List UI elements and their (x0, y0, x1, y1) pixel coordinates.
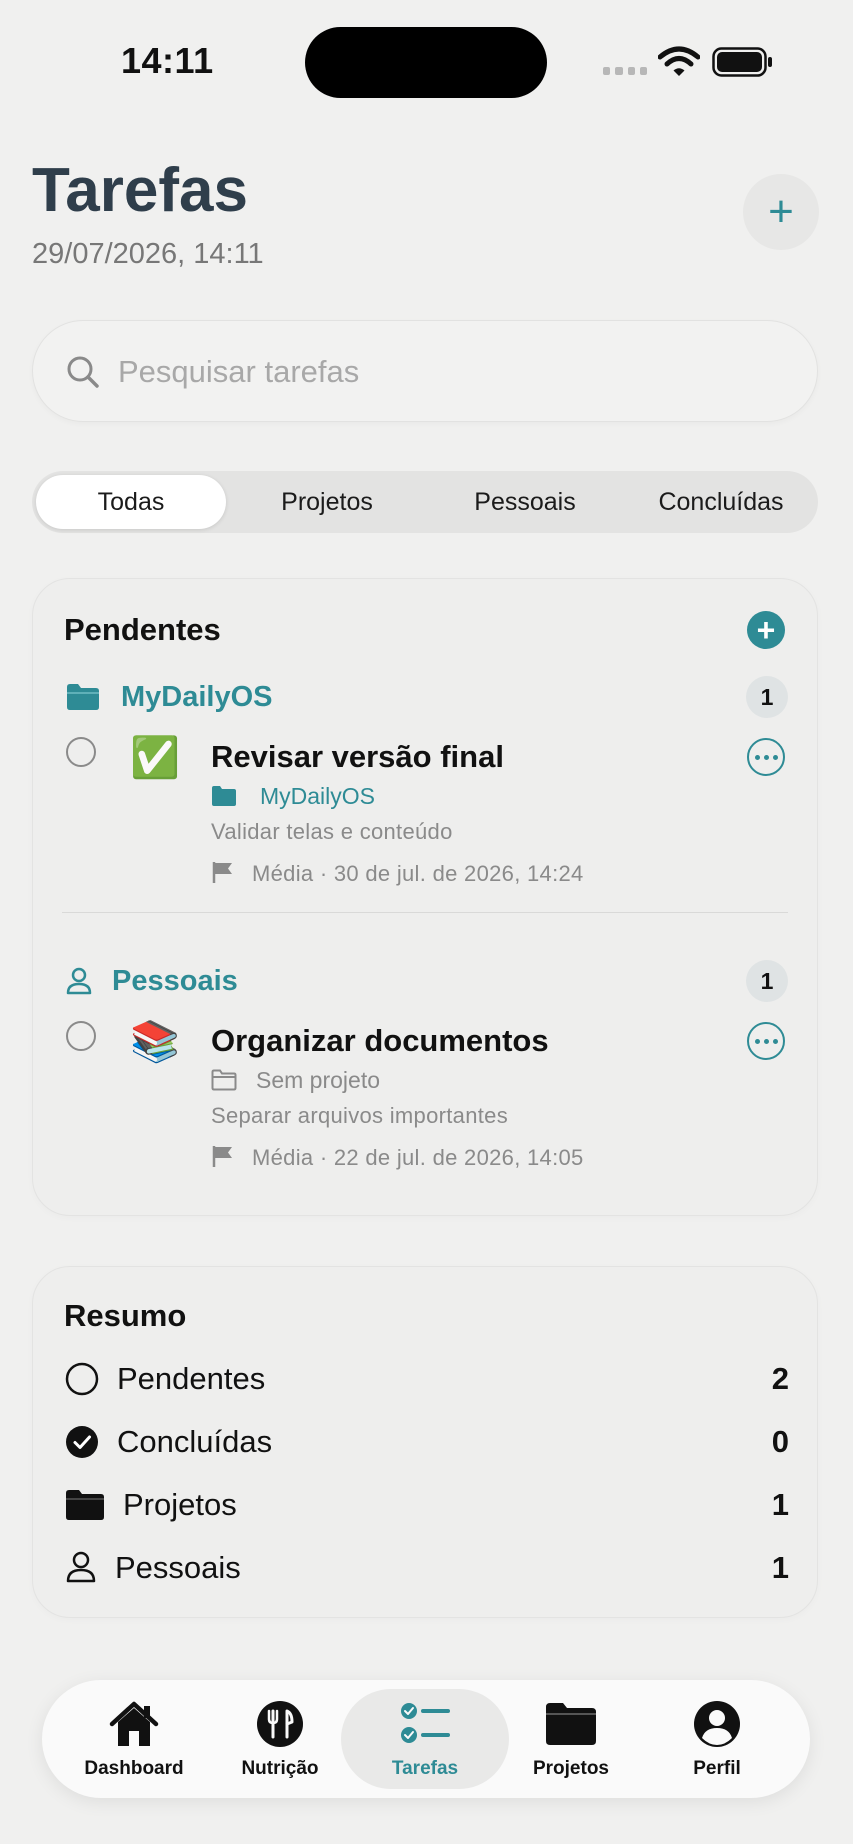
checkmark-circle-icon (66, 1426, 98, 1458)
tab-label: Tarefas (391, 1758, 459, 1779)
task-priority-due: Média · 30 de jul. de 2026, 14:24 (252, 861, 584, 886)
summary-label-concluidas: Concluídas (117, 1424, 273, 1459)
folder-icon (66, 1490, 104, 1520)
tab-tarefas[interactable]: Tarefas (355, 1698, 495, 1788)
person-icon (66, 967, 92, 995)
group-count-badge: 1 (746, 676, 788, 718)
flag-icon (212, 862, 232, 883)
task-priority-due: Média · 22 de jul. de 2026, 14:05 (252, 1145, 584, 1170)
summary-value-pessoais: 1 (771, 1550, 789, 1585)
wifi-icon (658, 46, 700, 76)
folder-outline-icon (211, 1069, 237, 1091)
person-circle-icon (691, 1698, 743, 1750)
summary-value-pendentes: 2 (771, 1361, 789, 1396)
search-input[interactable] (118, 352, 758, 392)
battery-icon (712, 47, 772, 77)
fork-knife-icon (254, 1698, 306, 1750)
summary-title: Resumo (64, 1298, 187, 1333)
tab-pessoais[interactable]: Pessoais (428, 475, 622, 529)
summary-value-concluidas: 0 (771, 1424, 789, 1459)
more-options-button[interactable] (747, 738, 785, 776)
status-time: 14:11 (121, 40, 214, 81)
tab-label: Dashboard (84, 1758, 184, 1779)
group-label-pessoais: Pessoais (112, 965, 238, 997)
tab-projetos-nav[interactable]: Projetos (501, 1698, 641, 1788)
task-description: Validar telas e conteúdo (211, 819, 453, 844)
folder-icon (67, 684, 99, 710)
tab-label: Projetos (532, 1758, 610, 1779)
summary-label-pendentes: Pendentes (117, 1361, 266, 1396)
dynamic-island (305, 27, 547, 98)
books-emoji-icon: 📚 (130, 1020, 180, 1064)
divider (62, 912, 788, 913)
plus-icon: + (768, 187, 794, 236)
person-icon (66, 1551, 96, 1583)
checklist-icon (399, 1698, 451, 1750)
task-project-label: MyDailyOS (260, 783, 376, 809)
folder-icon (212, 786, 236, 806)
task-description: Separar arquivos importantes (211, 1103, 508, 1128)
page-datetime: 29/07/2026, 14:11 (32, 238, 264, 270)
tab-dashboard[interactable]: Dashboard (64, 1698, 204, 1788)
plus-icon: + (756, 612, 776, 648)
pending-title: Pendentes (64, 612, 221, 647)
cellular-signal-icon (603, 67, 647, 75)
task-project-label: Sem projeto (256, 1067, 381, 1093)
tab-label: Nutrição (241, 1758, 319, 1779)
add-pending-button[interactable]: + (747, 611, 785, 649)
tab-projetos[interactable]: Projetos (230, 475, 424, 529)
more-options-button[interactable] (747, 1022, 785, 1060)
summary-label-projetos: Projetos (123, 1487, 237, 1522)
add-task-button[interactable]: + (743, 174, 819, 250)
summary-value-projetos: 1 (771, 1487, 789, 1522)
task-title[interactable]: Revisar versão final (211, 739, 504, 775)
tab-nutricao[interactable]: Nutrição (210, 1698, 350, 1788)
tab-concluidas[interactable]: Concluídas (624, 475, 818, 529)
tab-todas[interactable]: Todas (36, 475, 226, 529)
task-complete-checkbox[interactable] (66, 1021, 96, 1051)
group-label-mydailyos: MyDailyOS (121, 681, 273, 713)
tab-label: Perfil (693, 1758, 741, 1779)
search-icon (67, 356, 99, 388)
flag-icon (212, 1146, 232, 1167)
house-icon (108, 1698, 160, 1750)
checkmark-emoji-icon: ✅ (130, 736, 180, 780)
circle-icon (65, 1362, 99, 1396)
task-title[interactable]: Organizar documentos (211, 1023, 549, 1059)
page-title: Tarefas (32, 156, 248, 225)
tab-perfil[interactable]: Perfil (647, 1698, 787, 1788)
folder-icon (545, 1698, 597, 1750)
task-complete-checkbox[interactable] (66, 737, 96, 767)
summary-label-pessoais: Pessoais (115, 1550, 241, 1585)
group-count-badge: 1 (746, 960, 788, 1002)
